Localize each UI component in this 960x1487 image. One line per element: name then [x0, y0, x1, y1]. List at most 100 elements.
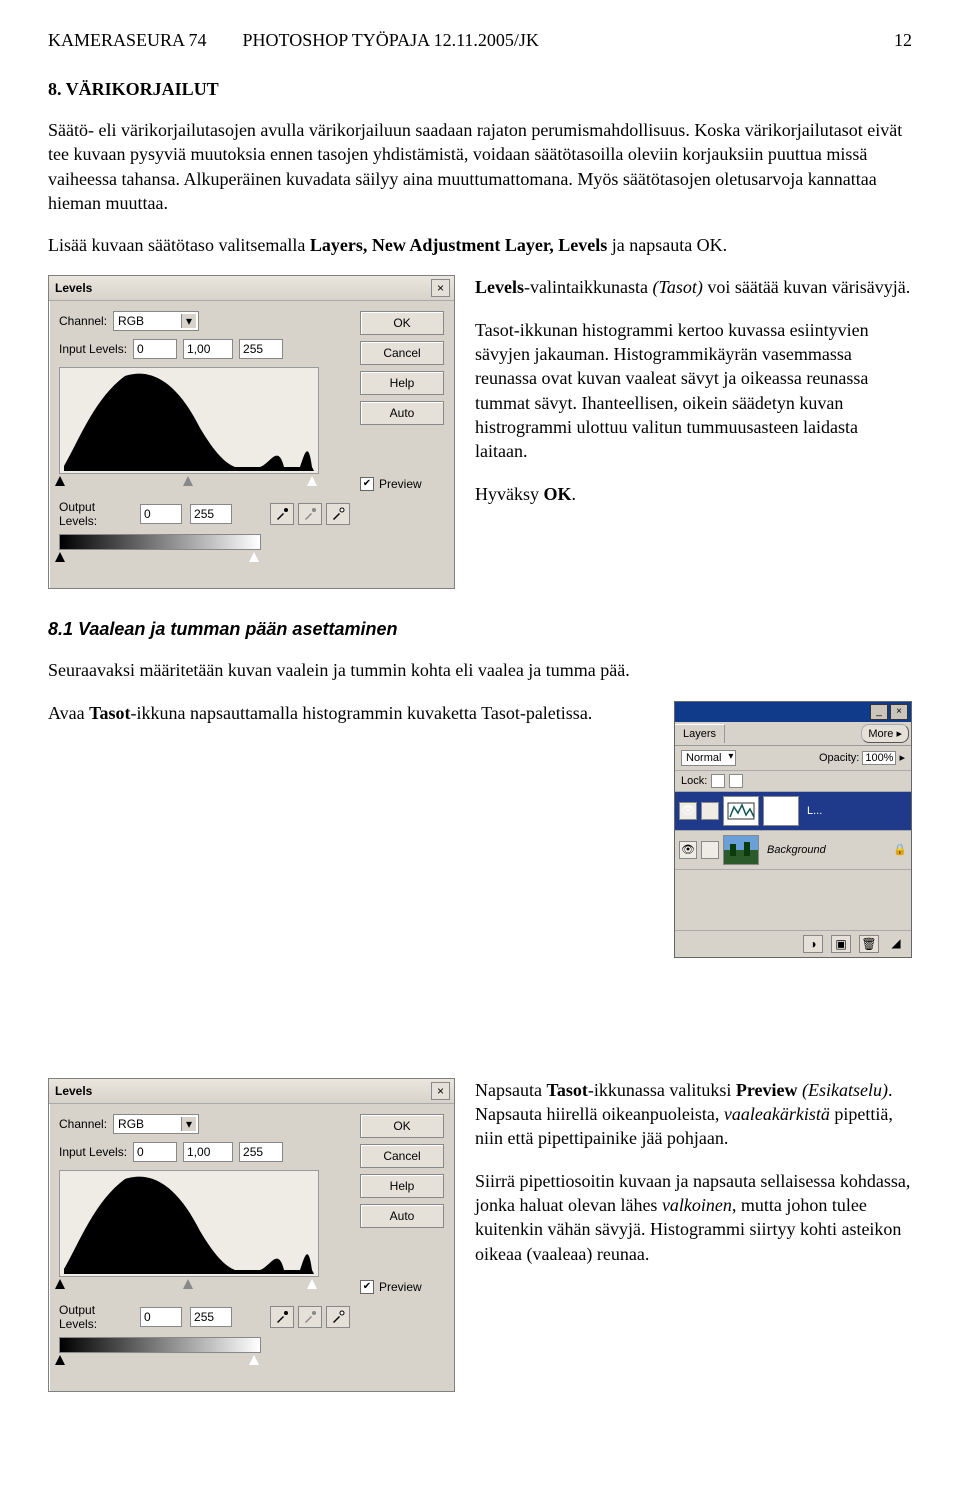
trash-icon[interactable]: 🗑: [859, 935, 879, 953]
new-layer-icon[interactable]: ▣: [831, 935, 851, 953]
output-level-white[interactable]: 255: [190, 504, 232, 524]
lock-all-icon[interactable]: [729, 774, 743, 788]
adjustment-layer-icon[interactable]: ◑: [803, 935, 823, 953]
eyedropper-white-icon[interactable]: [326, 1306, 350, 1328]
output-level-black[interactable]: 0: [140, 504, 182, 524]
palette-more-button[interactable]: More ▸: [861, 724, 909, 743]
palette-titlebar: _ ×: [675, 702, 911, 722]
black-point-handle[interactable]: [55, 476, 65, 486]
visibility-icon[interactable]: 👁: [679, 841, 697, 859]
gray-point-handle[interactable]: [183, 476, 193, 486]
adjustment-layer-row[interactable]: 👁 L...: [675, 792, 911, 831]
section-title: 8. VÄRIKORJAILUT: [48, 79, 912, 100]
layers-tab[interactable]: Layers: [675, 724, 725, 743]
preview-checkbox[interactable]: ✔: [360, 1280, 374, 1294]
input-level-white[interactable]: 255: [239, 339, 283, 359]
input-level-black[interactable]: 0: [133, 1142, 177, 1162]
output-black-handle[interactable]: [55, 552, 65, 562]
sideB-p2: Siirrä pipettiosoitin kuvaan ja napsauta…: [475, 1169, 912, 1266]
auto-button[interactable]: Auto: [360, 1204, 444, 1228]
cancel-button[interactable]: Cancel: [360, 341, 444, 365]
black-point-handle[interactable]: [55, 1279, 65, 1289]
channel-select[interactable]: RGB ▾: [113, 311, 199, 331]
sideB-p1-i: (Esikatselu): [802, 1080, 888, 1100]
channel-label: Channel:: [59, 314, 107, 328]
sideA-p2: Tasot-ikkunan histogrammi kertoo kuvassa…: [475, 318, 912, 464]
preview-label: Preview: [379, 1280, 422, 1294]
p2-post: ja napsauta OK.: [607, 235, 727, 255]
levels-dialog-1: Levels × Channel: RGB ▾ Input Levels: 0 …: [48, 275, 455, 589]
lock-transparency-icon[interactable]: [711, 774, 725, 788]
ok-button[interactable]: OK: [360, 311, 444, 335]
input-slider[interactable]: [59, 476, 317, 490]
sub-p1: Seuraavaksi määritetään kuvan vaalein ja…: [48, 658, 912, 682]
preview-checkbox[interactable]: ✔: [360, 477, 374, 491]
sideA-p1-i: (Tasot): [652, 277, 702, 297]
output-white-handle[interactable]: [249, 552, 259, 562]
sideA-p1: Levels-valintaikkunasta (Tasot) voi säät…: [475, 275, 912, 299]
help-button[interactable]: Help: [360, 1174, 444, 1198]
link-icon[interactable]: [701, 841, 719, 859]
output-black-handle[interactable]: [55, 1355, 65, 1365]
output-slider[interactable]: [59, 552, 259, 566]
white-point-handle[interactable]: [307, 476, 317, 486]
close-icon[interactable]: ×: [431, 1082, 450, 1100]
levels-thumbnail-icon[interactable]: [723, 796, 759, 826]
levels-title: Levels: [55, 281, 92, 295]
channel-select[interactable]: RGB ▾: [113, 1114, 199, 1134]
eyedropper-black-icon[interactable]: [270, 1306, 294, 1328]
chevron-down-icon: ▾: [181, 314, 196, 328]
visibility-icon[interactable]: 👁: [679, 802, 697, 820]
output-level-black[interactable]: 0: [140, 1307, 182, 1327]
eyedropper-white-icon[interactable]: [326, 503, 350, 525]
sideA-p3-b: OK: [544, 484, 572, 504]
link-icon[interactable]: [701, 802, 719, 820]
input-slider[interactable]: [59, 1279, 317, 1293]
cancel-button[interactable]: Cancel: [360, 1144, 444, 1168]
histogram: [59, 1170, 319, 1277]
input-level-gamma[interactable]: 1,00: [183, 339, 233, 359]
header-left: KAMERASEURA 74 PHOTOSHOP TYÖPAJA 12.11.2…: [48, 30, 539, 51]
blend-mode-select[interactable]: Normal: [681, 750, 736, 766]
opacity-value[interactable]: 100%: [862, 751, 896, 765]
ok-button[interactable]: OK: [360, 1114, 444, 1138]
background-layer-row[interactable]: 👁 Background 🔒: [675, 831, 911, 870]
sideB-p1-mid: -ikkunassa valituksi: [588, 1080, 736, 1100]
auto-button[interactable]: Auto: [360, 401, 444, 425]
sideB-p1-a: Napsauta: [475, 1080, 546, 1100]
input-level-black[interactable]: 0: [133, 339, 177, 359]
eyedropper-gray-icon[interactable]: [298, 503, 322, 525]
eyedropper-gray-icon[interactable]: [298, 1306, 322, 1328]
white-point-handle[interactable]: [307, 1279, 317, 1289]
output-gradient: [59, 1337, 261, 1353]
output-white-handle[interactable]: [249, 1355, 259, 1365]
input-level-white[interactable]: 255: [239, 1142, 283, 1162]
help-button[interactable]: Help: [360, 371, 444, 395]
resize-handle-icon[interactable]: ◢: [887, 935, 905, 951]
output-level-white[interactable]: 255: [190, 1307, 232, 1327]
layer-name-1: L...: [803, 805, 907, 817]
minimize-icon[interactable]: _: [870, 704, 888, 720]
sub-p2-post: -ikkuna napsauttamalla histogrammin kuva…: [131, 703, 593, 723]
sideB-p1: Napsauta Tasot-ikkunassa valituksi Previ…: [475, 1078, 912, 1151]
p2-pre: Lisää kuvaan säätötaso valitsemalla: [48, 235, 310, 255]
lock-indicator-icon: 🔒: [893, 843, 907, 856]
layers-palette: _ × Layers More ▸ Normal Opacity: 100% ▸…: [674, 701, 912, 958]
palette-close-icon[interactable]: ×: [890, 704, 908, 720]
sideA-p3-pre: Hyväksy: [475, 484, 544, 504]
levels-title: Levels: [55, 1084, 92, 1098]
sideA-p1-b: Levels: [475, 277, 524, 297]
opacity-arrow-icon[interactable]: ▸: [899, 751, 905, 764]
input-levels-label: Input Levels:: [59, 1145, 127, 1159]
layer-name-2: Background: [763, 844, 889, 856]
input-level-gamma[interactable]: 1,00: [183, 1142, 233, 1162]
page-header: KAMERASEURA 74 PHOTOSHOP TYÖPAJA 12.11.2…: [48, 30, 912, 51]
page-number: 12: [894, 30, 912, 51]
output-slider[interactable]: [59, 1355, 259, 1369]
sideA-p3-post: .: [572, 484, 577, 504]
gray-point-handle[interactable]: [183, 1279, 193, 1289]
eyedropper-black-icon[interactable]: [270, 503, 294, 525]
close-icon[interactable]: ×: [431, 279, 450, 297]
sideB-p1-b2: Preview: [736, 1080, 798, 1100]
layer-mask-icon[interactable]: [763, 796, 799, 826]
